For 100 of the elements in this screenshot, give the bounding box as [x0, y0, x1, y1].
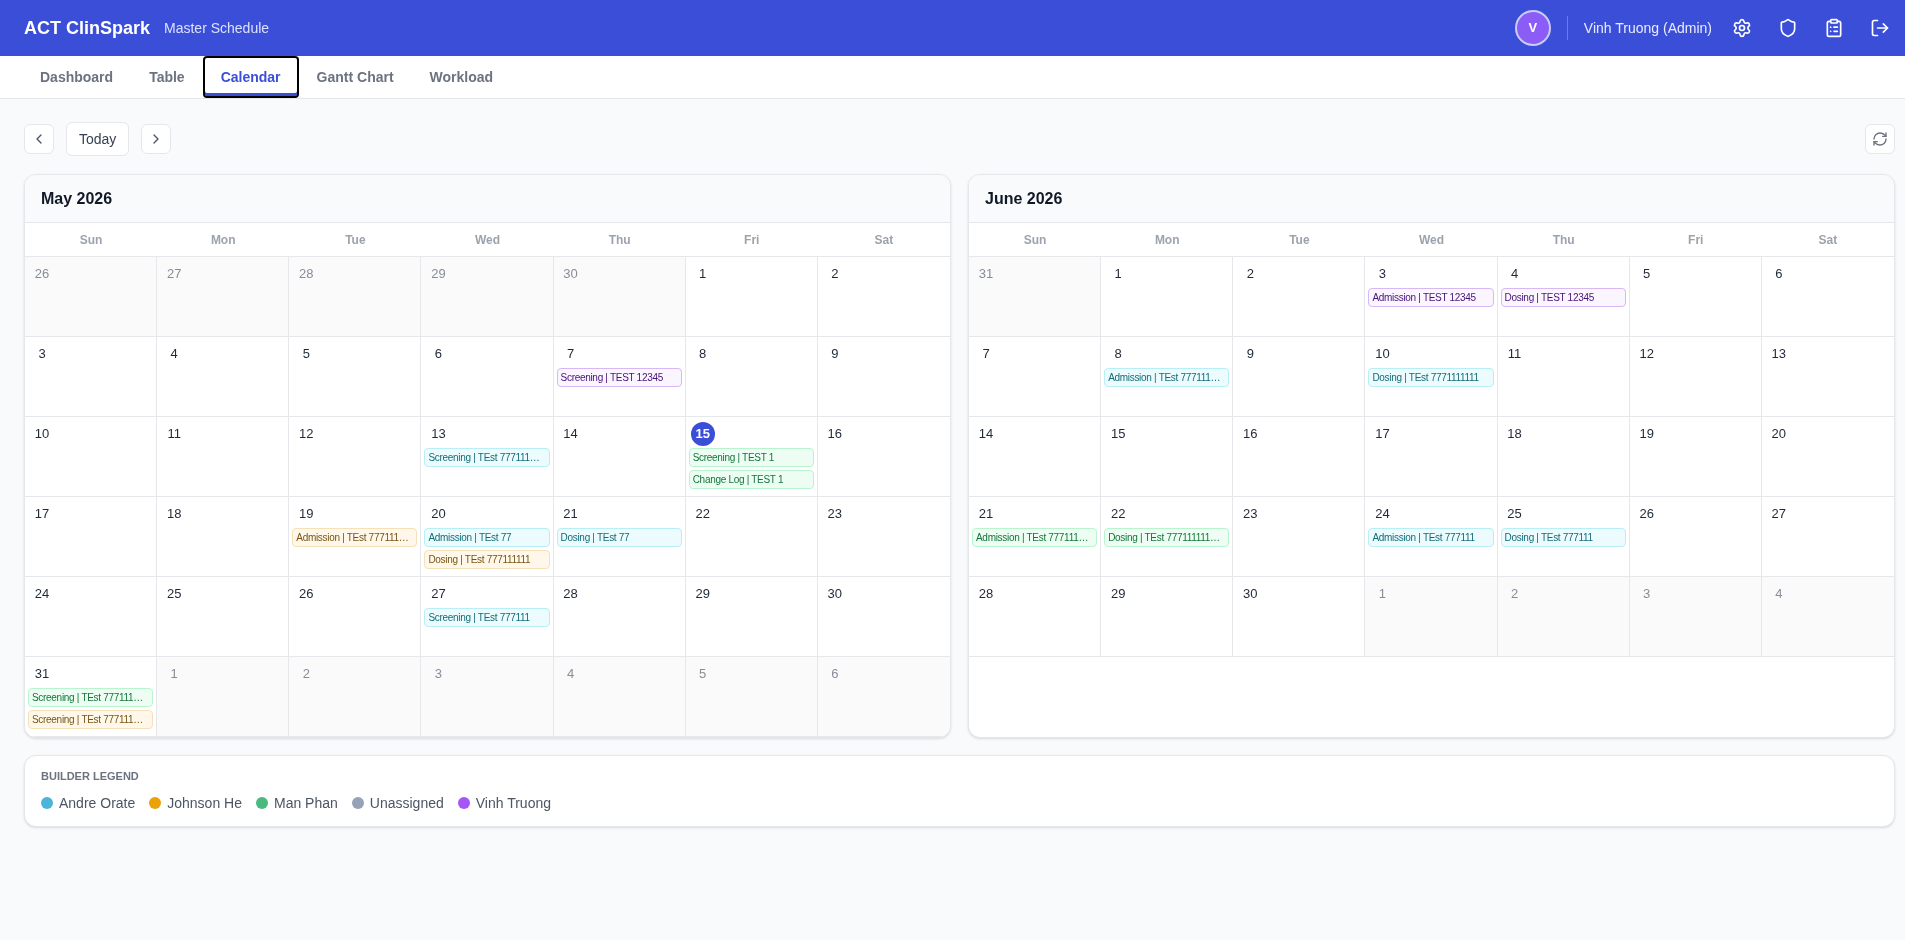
calendar-event[interactable]: Dosing | TEST 12345 — [1500, 288, 1626, 307]
refresh-button[interactable] — [1865, 124, 1895, 154]
day-cell[interactable]: 13 — [1761, 337, 1894, 417]
calendar-event[interactable]: Admission | TEst 77 — [424, 528, 550, 547]
day-cell[interactable]: 25 Dosing | TEst 777111 — [1497, 497, 1630, 577]
day-cell[interactable]: 3 — [25, 337, 158, 417]
day-cell[interactable]: 27 — [1761, 497, 1894, 577]
day-cell[interactable]: 1 — [685, 257, 818, 337]
day-cell[interactable]: 11 — [157, 417, 290, 497]
day-number: 8 — [698, 345, 708, 364]
day-cell[interactable]: 12 — [289, 417, 422, 497]
day-number: 31 — [977, 265, 995, 284]
nav-tab[interactable]: Table — [131, 56, 203, 98]
calendar-event[interactable]: Admission | TEst 777111… — [292, 528, 418, 547]
day-cell[interactable]: 27 Screening | TEst 777111 — [421, 577, 554, 657]
day-cell[interactable]: 4 — [157, 337, 290, 417]
nav-tab[interactable]: Gantt Chart — [298, 56, 412, 98]
calendar-event[interactable]: Dosing | TEst 77 — [556, 528, 682, 547]
day-cell[interactable]: 28 — [969, 577, 1102, 657]
day-cell[interactable]: 19 Admission | TEst 777111… — [289, 497, 422, 577]
day-cell[interactable]: 21 Admission | TEst 777111… — [969, 497, 1102, 577]
calendar-event[interactable]: Admission | TEst 777111… — [1104, 368, 1230, 387]
calendar-event[interactable]: Dosing | TEst 777111111… — [1104, 528, 1230, 547]
day-cell[interactable]: 10 Dosing | TEst 7771111111 — [1365, 337, 1498, 417]
day-cell[interactable]: 24 — [25, 577, 158, 657]
nav-tab[interactable]: Calendar — [202, 56, 299, 98]
day-cell[interactable]: 8 — [685, 337, 818, 417]
day-cell[interactable]: 6 — [1761, 257, 1894, 337]
day-cell[interactable]: 3 Admission | TEST 12345 — [1365, 257, 1498, 337]
day-cell[interactable]: 18 — [1497, 417, 1630, 497]
nav-tab[interactable]: Workload — [411, 56, 512, 98]
calendar-event[interactable]: Screening | TEst 777111… — [28, 688, 154, 707]
day-cell[interactable]: 26 — [289, 577, 422, 657]
day-cell[interactable]: 16 — [817, 417, 950, 497]
calendar-event[interactable]: Screening | TEST 1 — [688, 448, 814, 467]
day-cell[interactable]: 9 — [817, 337, 950, 417]
day-cell[interactable]: 19 — [1629, 417, 1762, 497]
day-cell[interactable]: 13 Screening | TEst 777111… — [421, 417, 554, 497]
day-number: 4 — [1774, 585, 1784, 604]
day-number: 27 — [1770, 505, 1788, 524]
day-cell[interactable]: 5 — [289, 337, 422, 417]
day-cell[interactable]: 29 — [1101, 577, 1234, 657]
day-cell[interactable]: 30 — [817, 577, 950, 657]
day-number: 20 — [1770, 425, 1788, 444]
day-cell[interactable]: 23 — [817, 497, 950, 577]
day-cell[interactable]: 15 Screening | TEST 1 Change Log | TEST 1 — [685, 417, 818, 497]
calendar-event[interactable]: Screening | TEst 777111… — [28, 710, 154, 729]
calendar-event[interactable]: Admission | TEst 777111 — [1368, 528, 1494, 547]
day-cell[interactable]: 14 — [553, 417, 686, 497]
day-number: 13 — [1770, 345, 1788, 364]
day-cell[interactable]: 29 — [685, 577, 818, 657]
day-cell[interactable]: 22 Dosing | TEst 777111111… — [1101, 497, 1234, 577]
day-cell[interactable]: 6 — [421, 337, 554, 417]
day-cell[interactable]: 1 — [1101, 257, 1234, 337]
day-cell[interactable]: 22 — [685, 497, 818, 577]
day-cell[interactable]: 2 — [1233, 257, 1366, 337]
day-number: 11 — [166, 425, 182, 444]
day-number: 6 — [433, 345, 444, 364]
day-cell[interactable]: 16 — [1233, 417, 1366, 497]
day-cell[interactable]: 26 — [1629, 497, 1762, 577]
day-number: 26 — [1638, 505, 1655, 524]
calendar-event[interactable]: Dosing | TEst 777111111 — [424, 550, 550, 569]
day-cell[interactable]: 25 — [157, 577, 290, 657]
day-cell[interactable]: 18 — [157, 497, 290, 577]
day-cell[interactable]: 17 — [25, 497, 158, 577]
day-cell[interactable]: 10 — [25, 417, 158, 497]
nav-tab[interactable]: Dashboard — [22, 56, 132, 98]
day-cell[interactable]: 11 — [1497, 337, 1630, 417]
today-button[interactable]: Today — [66, 122, 130, 156]
day-cell[interactable]: 20 Admission | TEst 77 Dosing | TEst 777111111 — [421, 497, 554, 577]
calendar-event[interactable]: Screening | TEst 777111… — [424, 448, 550, 467]
calendar-event[interactable]: Screening | TEst 777111 — [424, 608, 550, 627]
user-avatar[interactable]: V — [1514, 10, 1551, 46]
day-cell[interactable]: 14 — [969, 417, 1102, 497]
calendar-event[interactable]: Change Log | TEST 1 — [688, 470, 814, 489]
calendar-event[interactable]: Dosing | TEst 7771111111 — [1368, 368, 1494, 387]
day-number: 2 — [301, 665, 311, 684]
day-cell[interactable]: 31 Screening | TEst 777111… Screening | TEst 777111… — [25, 657, 158, 737]
day-cell[interactable]: 5 — [1629, 257, 1762, 337]
calendar-event[interactable]: Admission | TEST 12345 — [1368, 288, 1494, 307]
day-cell[interactable]: 24 Admission | TEst 777111 — [1365, 497, 1498, 577]
day-cell[interactable]: 28 — [553, 577, 686, 657]
day-cell[interactable]: 4 Dosing | TEST 12345 — [1497, 257, 1630, 337]
day-cell[interactable]: 9 — [1233, 337, 1366, 417]
calendar-event[interactable]: Admission | TEst 777111… — [972, 528, 1098, 547]
day-cell[interactable]: 30 — [1233, 577, 1366, 657]
day-number: 25 — [1506, 505, 1523, 524]
calendar-event[interactable]: Dosing | TEst 777111 — [1500, 528, 1626, 547]
day-cell[interactable]: 8 Admission | TEst 777111… — [1101, 337, 1234, 417]
day-cell[interactable]: 23 — [1233, 497, 1366, 577]
day-cell[interactable]: 20 — [1761, 417, 1894, 497]
day-cell[interactable]: 12 — [1629, 337, 1762, 417]
day-cell[interactable]: 7 Screening | TEST 12345 — [553, 337, 686, 417]
day-cell[interactable]: 2 — [817, 257, 950, 337]
weekday-label: Thu — [608, 231, 631, 249]
calendar-event[interactable]: Screening | TEST 12345 — [556, 368, 682, 387]
day-cell[interactable]: 7 — [969, 337, 1102, 417]
day-cell[interactable]: 21 Dosing | TEst 77 — [553, 497, 686, 577]
day-cell[interactable]: 17 — [1365, 417, 1498, 497]
day-cell[interactable]: 15 — [1101, 417, 1234, 497]
